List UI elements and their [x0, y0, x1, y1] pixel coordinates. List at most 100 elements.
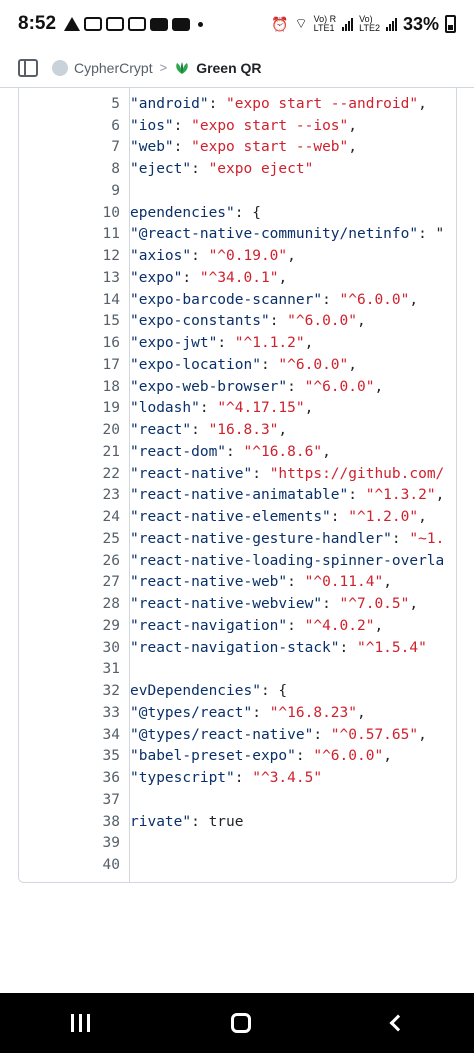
line-number[interactable]: 20 — [19, 422, 120, 438]
code-content: rivate": true — [130, 814, 244, 830]
breadcrumb-owner[interactable]: CypherCrypt — [74, 60, 153, 76]
code-content: "react-native-animatable": "^1.3.2", — [130, 487, 444, 503]
code-token: "^6.0.0" — [287, 313, 357, 330]
code-line: 25 "react-native-gesture-handler": "~1. — [19, 528, 456, 550]
code-content: "react-dom": "^16.8.6", — [130, 444, 331, 460]
code-line: 34 "@types/react-native": "^0.57.65", — [19, 724, 456, 746]
code-token: : — [173, 139, 192, 156]
code-content: "eject": "expo eject" — [130, 161, 313, 177]
line-number[interactable]: 38 — [19, 814, 120, 830]
code-token: "eject" — [130, 161, 192, 178]
code-token: , — [418, 509, 427, 526]
line-number[interactable]: 17 — [19, 357, 120, 373]
code-token: evDependencies" — [130, 683, 261, 700]
line-number[interactable]: 19 — [19, 400, 120, 416]
code-token: , — [348, 356, 357, 373]
line-number[interactable]: 32 — [19, 683, 120, 699]
code-line: 17 "expo-location": "^6.0.0", — [19, 354, 456, 376]
code-line: 33 "@types/react": "^16.8.23", — [19, 702, 456, 724]
code-line: 26 "react-native-loading-spinner-overla — [19, 550, 456, 572]
line-number[interactable]: 37 — [19, 792, 120, 808]
line-number[interactable]: 25 — [19, 531, 120, 547]
line-number[interactable]: 7 — [19, 139, 120, 155]
code-token: : { — [234, 204, 261, 221]
line-number[interactable]: 21 — [19, 444, 120, 460]
code-line: 36 "typescript": "^3.4.5" — [19, 767, 456, 789]
line-number[interactable]: 15 — [19, 313, 120, 329]
code-token: , — [322, 443, 331, 460]
code-token: "^16.8.23" — [269, 704, 357, 721]
code-token: "@types/react-native" — [130, 726, 314, 743]
line-number[interactable]: 33 — [19, 705, 120, 721]
line-number[interactable]: 12 — [19, 248, 120, 264]
sidebar-toggle-icon[interactable] — [18, 58, 38, 77]
code-content: "react-navigation": "^4.0.2", — [130, 618, 383, 634]
code-token: , — [409, 596, 419, 613]
code-token: "^7.0.5" — [339, 596, 410, 613]
line-number[interactable]: 6 — [19, 118, 120, 134]
code-token: "@react-native-community/netinfo" — [130, 226, 419, 243]
line-number[interactable]: 16 — [19, 335, 120, 351]
line-number[interactable]: 35 — [19, 748, 120, 764]
more-notifications-icon — [198, 21, 204, 27]
code-content: "expo-barcode-scanner": "^6.0.0", — [130, 292, 418, 308]
code-token: , — [435, 487, 445, 504]
line-number[interactable]: 22 — [19, 466, 120, 482]
battery-percent: 33% — [402, 13, 439, 34]
code-line: 28 "react-native-webview": "^7.0.5", — [19, 593, 456, 615]
code-token: "expo-web-browser" — [130, 378, 288, 395]
line-number[interactable]: 10 — [19, 205, 120, 221]
line-number[interactable]: 29 — [19, 618, 120, 634]
youtube-icon — [150, 17, 169, 31]
code-content: "react-native-webview": "^7.0.5", — [130, 596, 418, 612]
line-number[interactable]: 24 — [19, 509, 120, 525]
code-token: "^1.2.0" — [348, 509, 419, 526]
code-token: "react-native-webview" — [130, 596, 323, 613]
code-content: "expo-jwt": "^1.1.2", — [130, 335, 313, 351]
code-line: 39 — [19, 833, 456, 855]
line-number[interactable]: 18 — [19, 379, 120, 395]
code-content: "@types/react": "^16.8.23", — [130, 705, 366, 721]
back-icon[interactable] — [389, 1014, 406, 1032]
code-token: , — [409, 291, 419, 308]
youtube-icon — [172, 17, 191, 31]
code-content: "expo-constants": "^6.0.0", — [130, 313, 366, 329]
line-number[interactable]: 31 — [19, 661, 120, 677]
recents-icon[interactable] — [70, 1014, 90, 1032]
line-number[interactable]: 34 — [19, 727, 120, 743]
code-line: 15 "expo-constants": "^6.0.0", — [19, 311, 456, 333]
line-number[interactable]: 36 — [19, 770, 120, 786]
line-number[interactable]: 28 — [19, 596, 120, 612]
line-number[interactable]: 14 — [19, 292, 120, 308]
code-line: 6 "ios": "expo start --ios", — [19, 115, 456, 137]
code-token: "^34.0.1" — [199, 269, 279, 286]
code-token: "web" — [130, 139, 174, 156]
code-content: "react-native-gesture-handler": "~1. — [130, 531, 444, 547]
line-number[interactable]: 23 — [19, 487, 120, 503]
line-number[interactable]: 13 — [19, 270, 120, 286]
code-line: 38 rivate": true — [19, 811, 456, 833]
code-token: "^1.5.4" — [356, 639, 427, 656]
line-number[interactable]: 26 — [19, 553, 120, 569]
code-content: "expo-location": "^6.0.0", — [130, 357, 357, 373]
line-number[interactable]: 9 — [19, 183, 120, 199]
home-icon[interactable] — [230, 1013, 251, 1033]
code-content: evDependencies": { — [130, 683, 287, 699]
code-token: "react-dom" — [130, 443, 227, 460]
code-token: : true — [191, 813, 244, 830]
line-number[interactable]: 39 — [19, 835, 120, 851]
line-number[interactable]: 5 — [19, 96, 120, 112]
line-number[interactable]: 11 — [19, 226, 120, 242]
code-token: : — [208, 95, 227, 112]
line-number[interactable]: 30 — [19, 640, 120, 656]
status-bar: 8:52 ⏰ ⌔ Vo) R LTE1 Vo) LTE2 33% — [0, 0, 474, 48]
line-number[interactable]: 8 — [19, 161, 120, 177]
code-content: ependencies": { — [130, 205, 261, 221]
code-line: 19 "lodash": "^4.17.15", — [19, 398, 456, 420]
breadcrumb-repo[interactable]: Green QR — [196, 60, 261, 76]
signal-icon — [342, 17, 354, 31]
code-token: : — [173, 117, 192, 134]
line-number[interactable]: 27 — [19, 574, 120, 590]
owner-avatar[interactable] — [52, 59, 68, 76]
line-number[interactable]: 40 — [19, 857, 120, 873]
